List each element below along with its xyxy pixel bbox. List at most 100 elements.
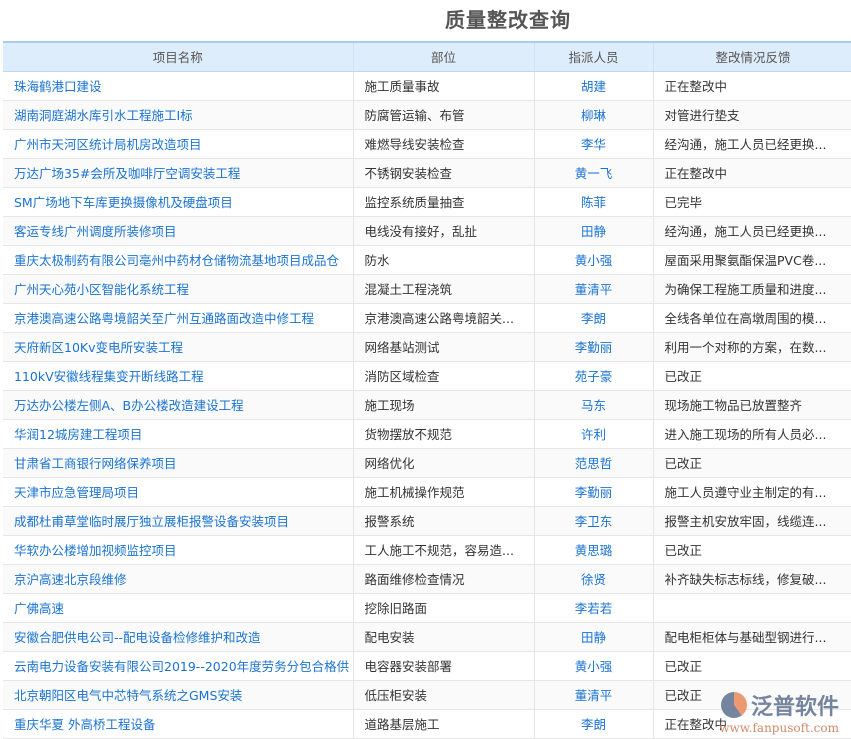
- table-row[interactable]: 珠海鹤港口建设施工质量事故胡建正在整改中: [3, 71, 851, 100]
- table-row[interactable]: 成都杜甫草堂临时展厅独立展柜报警设备安装项目报警系统李卫东报警主机安放牢固，线缆…: [3, 506, 851, 535]
- assignee-link[interactable]: 柳琳: [534, 100, 653, 129]
- assignee-link[interactable]: 范思哲: [534, 448, 653, 477]
- feedback-cell: 利用一个对称的方案，在数...: [653, 332, 851, 361]
- assignee-link[interactable]: 胡建: [534, 71, 653, 100]
- table-row[interactable]: 华软办公楼增加视频监控项目工人施工不规范，容易造...黄思璐已改正: [3, 535, 851, 564]
- assignee-link[interactable]: 李华: [534, 129, 653, 158]
- project-name-link[interactable]: 万达办公楼左侧A、B办公楼改造建设工程: [3, 390, 353, 419]
- assignee-link[interactable]: 田静: [534, 622, 653, 651]
- assignee-link[interactable]: 徐贤: [534, 564, 653, 593]
- table-row[interactable]: 广州天心苑小区智能化系统工程混凝土工程浇筑董清平为确保工程施工质量和进度...: [3, 274, 851, 303]
- project-name-link[interactable]: 华润12城房建工程项目: [3, 419, 353, 448]
- assignee-link[interactable]: 董清平: [534, 680, 653, 709]
- project-name-link[interactable]: 成都杜甫草堂临时展厅独立展柜报警设备安装项目: [3, 506, 353, 535]
- table-row[interactable]: 湖南洞庭湖水库引水工程施工I标防腐管运输、布管柳琳对管进行垫支: [3, 100, 851, 129]
- assignee-link[interactable]: 李若若: [534, 593, 653, 622]
- location-cell: 混凝土工程浇筑: [353, 274, 534, 303]
- location-cell: 配电安装: [353, 622, 534, 651]
- assignee-link[interactable]: 李朗: [534, 303, 653, 332]
- assignee-link[interactable]: 苑子豪: [534, 361, 653, 390]
- assignee-link[interactable]: 黄小强: [534, 651, 653, 680]
- table-row[interactable]: 广州市天河区统计局机房改造项目难燃导线安装检查李华经沟通，施工人员已经更换...: [3, 129, 851, 158]
- brand-logo-icon: [721, 692, 747, 718]
- assignee-link[interactable]: 田静: [534, 216, 653, 245]
- project-name-link[interactable]: 广州天心苑小区智能化系统工程: [3, 274, 353, 303]
- table-row[interactable]: 华润12城房建工程项目货物摆放不规范许利进入施工现场的所有人员必...: [3, 419, 851, 448]
- feedback-cell: 报警主机安放牢固，线缆连...: [653, 506, 851, 535]
- project-name-link[interactable]: 京港澳高速公路粤境韶关至广州互通路面改造中修工程: [3, 303, 353, 332]
- assignee-link[interactable]: 李勤丽: [534, 332, 653, 361]
- location-cell: 货物摆放不规范: [353, 419, 534, 448]
- project-name-link[interactable]: 天津市应急管理局项目: [3, 477, 353, 506]
- table-row[interactable]: 京沪高速北京段维修路面维修检查情况徐贤补齐缺失标志标线，修复破...: [3, 564, 851, 593]
- project-name-link[interactable]: 万达广场35#会所及咖啡厅空调安装工程: [3, 158, 353, 187]
- feedback-cell: 已改正: [653, 651, 851, 680]
- project-name-link[interactable]: 甘肃省工商银行网络保养项目: [3, 448, 353, 477]
- project-name-link[interactable]: 广佛高速: [3, 593, 353, 622]
- assignee-link[interactable]: 陈菲: [534, 187, 653, 216]
- location-cell: 网络优化: [353, 448, 534, 477]
- feedback-cell: 补齐缺失标志标线，修复破...: [653, 564, 851, 593]
- project-name-link[interactable]: 客运专线广州调度所装修项目: [3, 216, 353, 245]
- table-row[interactable]: 110kV安徽线程集变开断线路工程消防区域检查苑子豪已改正: [3, 361, 851, 390]
- table-row[interactable]: 天津市应急管理局项目施工机械操作规范李勤丽施工人员遵守业主制定的有...: [3, 477, 851, 506]
- table-row[interactable]: 广佛高速挖除旧路面李若若: [3, 593, 851, 622]
- table-row[interactable]: 万达办公楼左侧A、B办公楼改造建设工程施工现场马东现场施工物品已放置整齐: [3, 390, 851, 419]
- project-name-link[interactable]: 湖南洞庭湖水库引水工程施工I标: [3, 100, 353, 129]
- assignee-link[interactable]: 黄思璐: [534, 535, 653, 564]
- project-name-link[interactable]: 重庆华夏 外高桥工程设备: [3, 709, 353, 738]
- feedback-cell: 已完毕: [653, 187, 851, 216]
- feedback-cell: 全线各单位在高墩周围的模...: [653, 303, 851, 332]
- column-header-assignee[interactable]: 指派人员: [534, 42, 653, 71]
- page-title: 质量整改查询: [380, 4, 636, 33]
- location-cell: 京港澳高速公路粤境韶关...: [353, 303, 534, 332]
- location-cell: 消防区域检查: [353, 361, 534, 390]
- location-cell: 电容器安装部署: [353, 651, 534, 680]
- feedback-cell: 对管进行垫支: [653, 100, 851, 129]
- location-cell: 网络基站测试: [353, 332, 534, 361]
- column-header-feedback[interactable]: 整改情况反馈: [653, 42, 851, 71]
- project-name-link[interactable]: 华软办公楼增加视频监控项目: [3, 535, 353, 564]
- location-cell: 低压柜安装: [353, 680, 534, 709]
- location-cell: 难燃导线安装检查: [353, 129, 534, 158]
- table-row[interactable]: 安徽合肥供电公司--配电设备检修维护和改造配电安装田静配电柜柜体与基础型钢进行.…: [3, 622, 851, 651]
- assignee-link[interactable]: 黄小强: [534, 245, 653, 274]
- location-cell: 施工现场: [353, 390, 534, 419]
- project-name-link[interactable]: 珠海鹤港口建设: [3, 71, 353, 100]
- assignee-link[interactable]: 马东: [534, 390, 653, 419]
- table-row[interactable]: 甘肃省工商银行网络保养项目网络优化范思哲已改正: [3, 448, 851, 477]
- watermark-logo: 泛普软件: [721, 689, 839, 721]
- project-name-link[interactable]: 天府新区10Kv变电所安装工程: [3, 332, 353, 361]
- location-cell: 防腐管运输、布管: [353, 100, 534, 129]
- assignee-link[interactable]: 许利: [534, 419, 653, 448]
- project-name-link[interactable]: 广州市天河区统计局机房改造项目: [3, 129, 353, 158]
- table-row[interactable]: 重庆太极制药有限公司亳州中药材仓储物流基地项目成品仓防水黄小强屋面采用聚氨酯保温…: [3, 245, 851, 274]
- project-name-link[interactable]: 重庆太极制药有限公司亳州中药材仓储物流基地项目成品仓: [3, 245, 353, 274]
- assignee-link[interactable]: 黄一飞: [534, 158, 653, 187]
- project-name-link[interactable]: 安徽合肥供电公司--配电设备检修维护和改造: [3, 622, 353, 651]
- project-name-link[interactable]: 云南电力设备安装有限公司2019--2020年度劳务分包合格供: [3, 651, 353, 680]
- feedback-cell: 屋面采用聚氨酯保温PVC卷...: [653, 245, 851, 274]
- project-name-link[interactable]: SM广场地下车库更换摄像机及硬盘项目: [3, 187, 353, 216]
- table-row[interactable]: SM广场地下车库更换摄像机及硬盘项目监控系统质量抽查陈菲已完毕: [3, 187, 851, 216]
- table-row[interactable]: 客运专线广州调度所装修项目电线没有接好，乱扯田静经沟通，施工人员已经更换...: [3, 216, 851, 245]
- assignee-link[interactable]: 李卫东: [534, 506, 653, 535]
- assignee-link[interactable]: 董清平: [534, 274, 653, 303]
- table-row[interactable]: 云南电力设备安装有限公司2019--2020年度劳务分包合格供电容器安装部署黄小…: [3, 651, 851, 680]
- column-header-location[interactable]: 部位: [353, 42, 534, 71]
- location-cell: 防水: [353, 245, 534, 274]
- assignee-link[interactable]: 李勤丽: [534, 477, 653, 506]
- table-row[interactable]: 万达广场35#会所及咖啡厅空调安装工程不锈钢安装检查黄一飞正在整改中: [3, 158, 851, 187]
- feedback-cell: 进入施工现场的所有人员必...: [653, 419, 851, 448]
- table-row[interactable]: 京港澳高速公路粤境韶关至广州互通路面改造中修工程京港澳高速公路粤境韶关...李朗…: [3, 303, 851, 332]
- project-name-link[interactable]: 京沪高速北京段维修: [3, 564, 353, 593]
- location-cell: 挖除旧路面: [353, 593, 534, 622]
- location-cell: 道路基层施工: [353, 709, 534, 738]
- location-cell: 工人施工不规范，容易造...: [353, 535, 534, 564]
- assignee-link[interactable]: 李朗: [534, 709, 653, 738]
- column-header-project[interactable]: 项目名称: [3, 42, 353, 71]
- feedback-cell: 配电柜柜体与基础型钢进行...: [653, 622, 851, 651]
- project-name-link[interactable]: 110kV安徽线程集变开断线路工程: [3, 361, 353, 390]
- project-name-link[interactable]: 北京朝阳区电气中芯特气系统之GMS安装: [3, 680, 353, 709]
- table-row[interactable]: 天府新区10Kv变电所安装工程网络基站测试李勤丽利用一个对称的方案，在数...: [3, 332, 851, 361]
